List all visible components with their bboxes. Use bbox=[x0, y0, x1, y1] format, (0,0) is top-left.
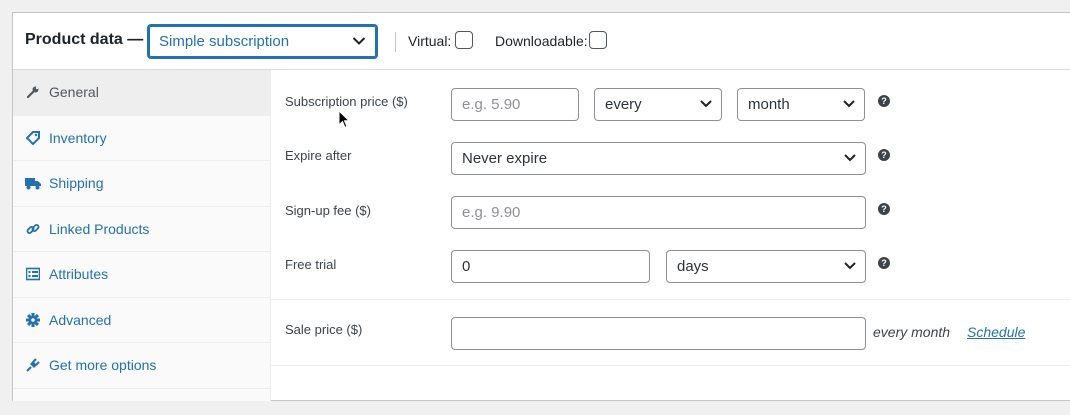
tab-attributes[interactable]: Attributes bbox=[13, 252, 270, 298]
tab-general[interactable]: General bbox=[13, 70, 270, 116]
help-icon[interactable]: ? bbox=[878, 149, 890, 161]
signup-fee-label: Sign-up fee ($) bbox=[285, 203, 371, 218]
downloadable-checkbox[interactable] bbox=[589, 31, 607, 49]
product-data-header: Product data — Simple subscription Virtu… bbox=[13, 13, 1070, 70]
expire-after-select[interactable]: Never expire bbox=[451, 142, 866, 175]
tag-icon bbox=[25, 130, 41, 146]
section-divider bbox=[271, 365, 1070, 366]
tab-label: Linked Products bbox=[49, 220, 150, 237]
link-icon bbox=[25, 221, 41, 237]
signup-fee-input[interactable]: e.g. 9.90 bbox=[451, 196, 866, 229]
help-icon[interactable]: ? bbox=[878, 203, 890, 215]
chevron-down-icon bbox=[844, 154, 856, 162]
free-trial-length-input[interactable]: 0 bbox=[451, 250, 650, 283]
sale-price-period-suffix: every month bbox=[873, 324, 951, 340]
product-data-title: Product data — bbox=[25, 31, 144, 48]
tab-label: Advanced bbox=[49, 311, 112, 328]
chevron-down-icon bbox=[843, 100, 855, 108]
virtual-label: Virtual: bbox=[408, 33, 452, 49]
tab-label: Get more options bbox=[49, 357, 157, 374]
expire-after-label: Expire after bbox=[285, 148, 352, 163]
subscription-price-label: Subscription price ($) bbox=[285, 94, 408, 109]
virtual-checkbox[interactable] bbox=[455, 31, 473, 49]
tab-get-more-options[interactable]: Get more options bbox=[13, 343, 270, 389]
chevron-down-icon bbox=[352, 37, 366, 45]
tab-shipping[interactable]: Shipping bbox=[13, 161, 270, 207]
billing-interval-select[interactable]: every bbox=[594, 88, 722, 121]
billing-interval-value: every bbox=[605, 96, 642, 113]
subscription-price-input[interactable]: e.g. 5.90 bbox=[451, 88, 579, 121]
general-tab-panel: Subscription price ($) e.g. 5.90 every m… bbox=[271, 70, 1070, 401]
tab-label: Shipping bbox=[49, 175, 104, 192]
downloadable-label: Downloadable: bbox=[495, 33, 588, 49]
sale-price-input[interactable] bbox=[451, 317, 866, 350]
product-type-select[interactable]: Simple subscription bbox=[147, 24, 378, 59]
free-trial-label: Free trial bbox=[285, 257, 337, 272]
section-divider bbox=[271, 299, 1070, 300]
tab-label: General bbox=[49, 84, 99, 101]
truck-icon bbox=[25, 175, 41, 191]
tab-inventory[interactable]: Inventory bbox=[13, 116, 270, 161]
sale-price-label: Sale price ($) bbox=[285, 322, 363, 337]
mouse-pointer-icon bbox=[338, 110, 350, 129]
schedule-link[interactable]: Schedule bbox=[967, 324, 1025, 340]
billing-period-select[interactable]: month bbox=[737, 88, 865, 121]
product-data-panel: Product data — Simple subscription Virtu… bbox=[12, 12, 1070, 401]
tab-label: Inventory bbox=[49, 129, 107, 146]
tab-label: Attributes bbox=[49, 266, 109, 283]
expire-after-value: Never expire bbox=[462, 150, 548, 167]
chevron-down-icon bbox=[700, 100, 712, 108]
chevron-down-icon bbox=[844, 262, 856, 270]
plug-icon bbox=[25, 357, 41, 373]
tab-advanced[interactable]: Advanced bbox=[13, 298, 270, 343]
wrench-icon bbox=[25, 84, 41, 100]
header-divider bbox=[395, 32, 396, 52]
gear-icon bbox=[25, 312, 41, 328]
list-icon bbox=[25, 266, 41, 282]
tab-linked-products[interactable]: Linked Products bbox=[13, 207, 270, 252]
free-trial-period-select[interactable]: days bbox=[666, 250, 866, 283]
help-icon[interactable]: ? bbox=[878, 95, 890, 107]
product-data-tabs: General Inventory Shipping Linked Produc… bbox=[13, 70, 271, 401]
help-icon[interactable]: ? bbox=[878, 257, 890, 269]
product-type-value: Simple subscription bbox=[159, 33, 290, 50]
free-trial-period-value: days bbox=[677, 258, 709, 275]
billing-period-value: month bbox=[748, 96, 790, 113]
